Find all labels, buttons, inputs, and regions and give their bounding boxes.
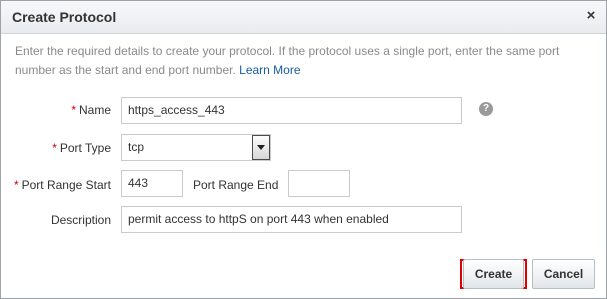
dialog-title: Create Protocol bbox=[12, 9, 117, 25]
name-input[interactable]: https_access_443 bbox=[121, 97, 462, 124]
create-button[interactable]: Create bbox=[463, 259, 524, 289]
intro-text-block: Enter the required details to create you… bbox=[15, 42, 600, 80]
port-range-start-input[interactable]: 443 bbox=[121, 170, 183, 197]
chevron-down-icon bbox=[257, 145, 265, 150]
port-range-end-input[interactable] bbox=[288, 170, 350, 197]
create-protocol-dialog: Create Protocol × Enter the required det… bbox=[0, 0, 607, 299]
required-marker: * bbox=[13, 178, 19, 192]
port-type-select[interactable]: tcp bbox=[121, 134, 271, 161]
cancel-button[interactable]: Cancel bbox=[532, 259, 595, 289]
port-range-start-label: * Port Range Start bbox=[13, 178, 111, 192]
learn-more-link[interactable]: Learn More bbox=[239, 63, 300, 77]
dialog-titlebar: Create Protocol × bbox=[1, 1, 606, 34]
port-range-end-label: Port Range End bbox=[193, 178, 279, 192]
name-label: * Name bbox=[71, 103, 111, 117]
help-icon[interactable]: ? bbox=[479, 102, 493, 116]
required-marker: * bbox=[71, 103, 76, 117]
required-marker: * bbox=[52, 141, 57, 155]
close-icon[interactable]: × bbox=[584, 7, 598, 25]
description-input[interactable]: permit access to httpS on port 443 when … bbox=[121, 206, 462, 233]
port-type-dropdown-button[interactable] bbox=[252, 135, 270, 160]
description-label: Description bbox=[50, 213, 111, 227]
port-type-label: * Port Type bbox=[52, 141, 111, 155]
